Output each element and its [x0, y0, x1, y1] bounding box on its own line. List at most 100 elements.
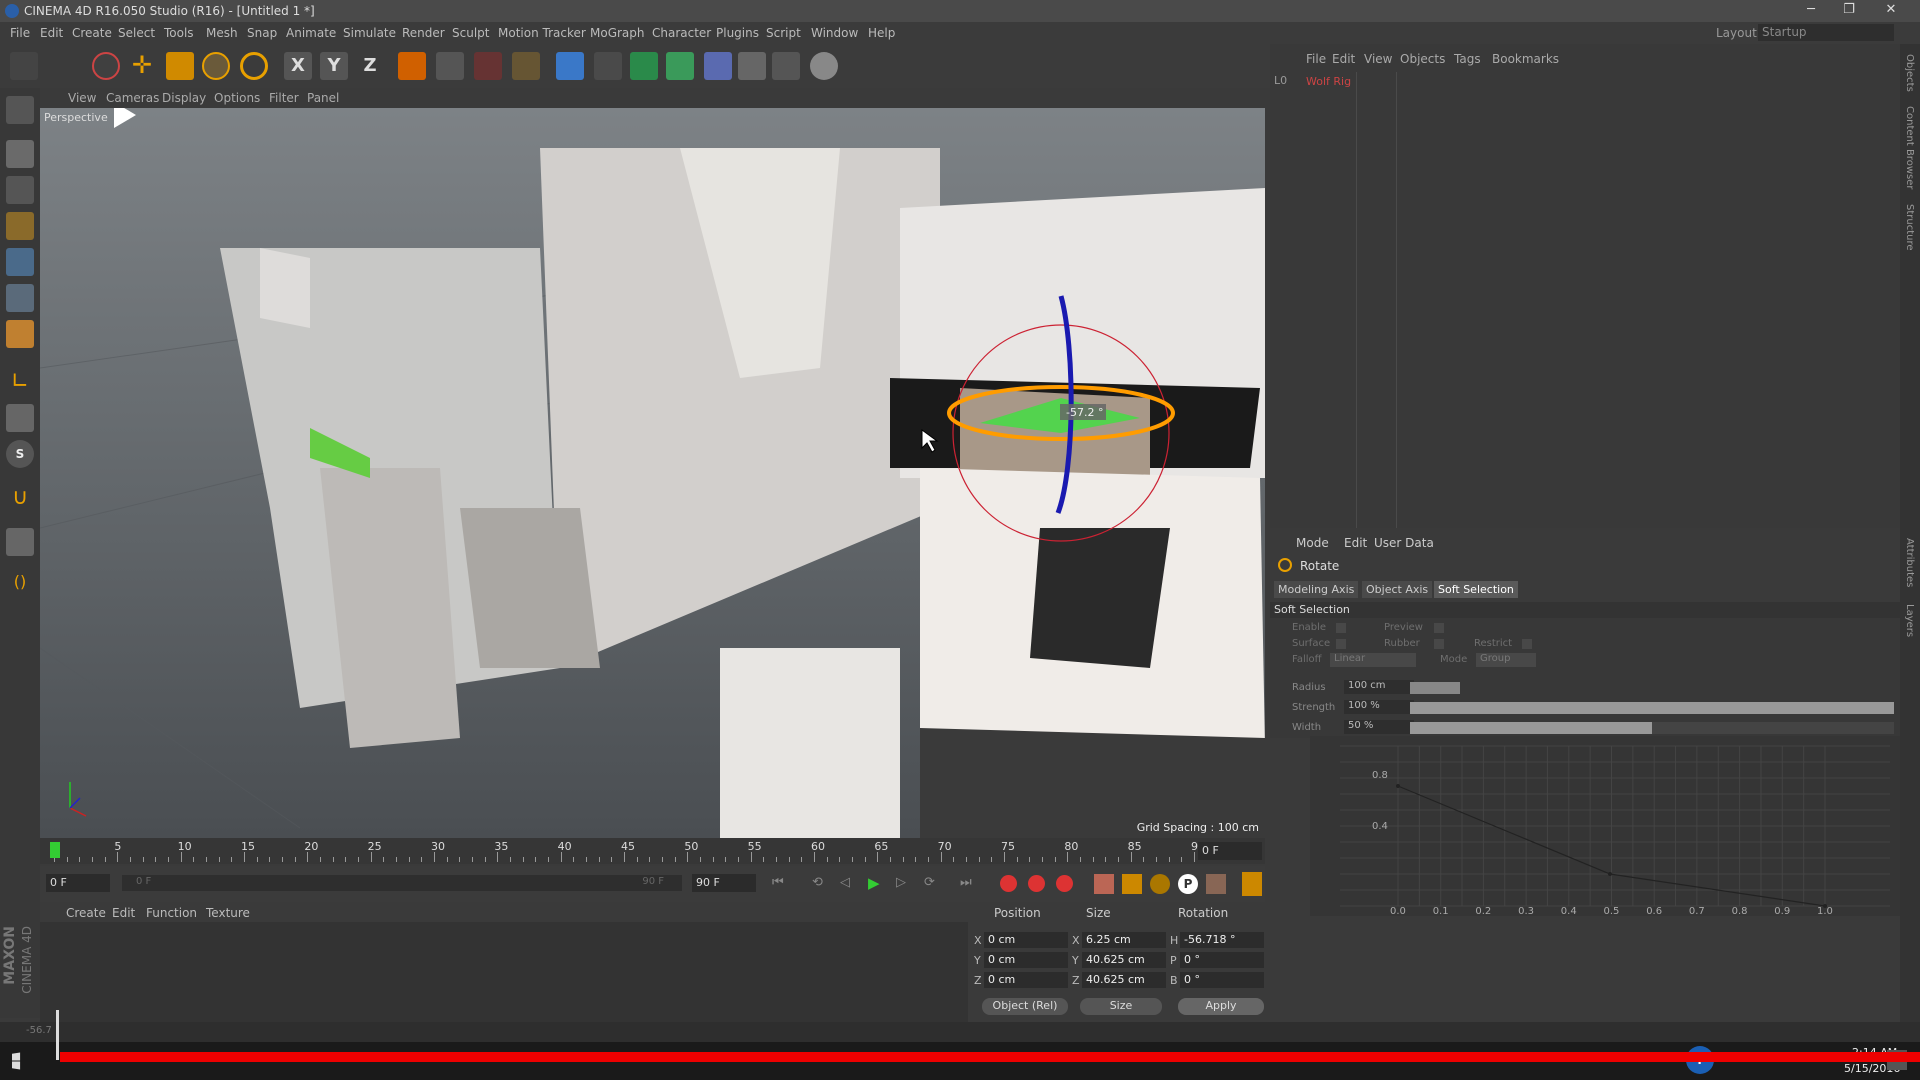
mode-select[interactable]: Group: [1476, 653, 1536, 667]
playhead[interactable]: [50, 842, 60, 858]
position-z-field[interactable]: 0 cm: [984, 972, 1068, 988]
polygons-mode-icon[interactable]: [6, 320, 34, 348]
tab-modeling-axis[interactable]: Modeling Axis: [1274, 581, 1359, 598]
size-y-field[interactable]: 40.625 cm: [1082, 952, 1166, 968]
menu-tools[interactable]: Tools: [164, 26, 194, 40]
texture-mode-icon[interactable]: [6, 176, 34, 204]
tab-content-browser-vertical[interactable]: Content Browser: [1904, 106, 1915, 189]
camera-icon[interactable]: [772, 52, 800, 80]
strength-slider[interactable]: [1410, 702, 1894, 714]
render-settings-icon[interactable]: [512, 52, 540, 80]
viewport-menu-view[interactable]: View: [68, 91, 96, 105]
array-icon[interactable]: [666, 52, 694, 80]
windows-start-icon[interactable]: [12, 1052, 21, 1070]
quantize-icon[interactable]: (): [6, 568, 34, 596]
object-menu-tags[interactable]: Tags: [1454, 52, 1481, 66]
pla-key-icon[interactable]: [1206, 874, 1226, 894]
radius-field[interactable]: 100 cm: [1344, 680, 1414, 694]
deformer-icon[interactable]: [704, 52, 732, 80]
object-name[interactable]: Wolf Rig: [1306, 75, 1351, 88]
object-menu-file[interactable]: File: [1306, 52, 1326, 66]
keyframe-selection-icon[interactable]: [1056, 875, 1073, 892]
attributes-menu-mode[interactable]: Mode: [1296, 536, 1329, 550]
axis-mode-icon[interactable]: ∟: [6, 368, 34, 396]
width-field[interactable]: 50 %: [1344, 720, 1414, 734]
move-icon[interactable]: ✛: [128, 52, 156, 80]
go-to-end-icon[interactable]: ⏭: [960, 875, 972, 890]
workplane-icon[interactable]: [6, 212, 34, 240]
next-key-icon[interactable]: ⟳: [924, 875, 935, 890]
points-mode-icon[interactable]: [6, 248, 34, 276]
previous-key-icon[interactable]: ⟲: [812, 875, 823, 890]
menu-snap[interactable]: Snap: [247, 26, 277, 40]
cube-icon[interactable]: [556, 52, 584, 80]
material-menu-function[interactable]: Function: [146, 906, 197, 920]
material-menu-texture[interactable]: Texture: [206, 906, 250, 920]
menu-mesh[interactable]: Mesh: [206, 26, 238, 40]
coordinate-system-icon[interactable]: [398, 52, 426, 80]
curve-knot-start[interactable]: [1396, 784, 1400, 788]
menu-animate[interactable]: Animate: [286, 26, 336, 40]
tweak-mode-icon[interactable]: [6, 404, 34, 432]
next-frame-icon[interactable]: ▷: [896, 875, 906, 890]
floor-icon[interactable]: [738, 52, 766, 80]
start-frame-field[interactable]: 0 F: [46, 874, 110, 892]
preview-range-slider[interactable]: 0 F 90 F: [122, 875, 682, 891]
magnet-icon[interactable]: ∪: [6, 484, 34, 512]
go-to-start-icon[interactable]: ⏮: [772, 875, 784, 890]
snapping-icon[interactable]: S: [6, 440, 34, 468]
tab-soft-selection[interactable]: Soft Selection: [1434, 581, 1518, 598]
restrict-checkbox[interactable]: [1522, 639, 1532, 649]
object-menu-view[interactable]: View: [1364, 52, 1392, 66]
scale-icon[interactable]: [166, 52, 194, 80]
object-row[interactable]: L0 Wolf Rig: [1270, 72, 1900, 92]
tab-objects-vertical[interactable]: Objects: [1904, 54, 1915, 92]
falloff-graph[interactable]: 0.0 0.1 0.2 0.3 0.4 0.5 0.6 0.7 0.8 0.9 1.0 0.8 0.4: [1310, 736, 1900, 916]
enable-checkbox[interactable]: [1336, 623, 1346, 633]
scheme-settings-icon[interactable]: [1242, 872, 1262, 896]
material-menu-create[interactable]: Create: [66, 906, 106, 920]
camera-label[interactable]: Perspective: [44, 111, 108, 124]
close-button[interactable]: ✕: [1876, 2, 1906, 20]
render-picture-viewer-icon[interactable]: [474, 52, 502, 80]
position-x-field[interactable]: 0 cm: [984, 932, 1068, 948]
coordinate-mode-select[interactable]: Object (Rel): [982, 998, 1068, 1015]
menu-simulate[interactable]: Simulate: [343, 26, 396, 40]
previous-frame-icon[interactable]: ◁: [840, 875, 850, 890]
falloff-select[interactable]: Linear: [1330, 653, 1416, 667]
rotation-h-field[interactable]: -56.718 °: [1180, 932, 1264, 948]
menu-help[interactable]: Help: [868, 26, 895, 40]
radius-slider[interactable]: [1410, 682, 1460, 694]
menu-create[interactable]: Create: [72, 26, 112, 40]
edges-mode-icon[interactable]: [6, 284, 34, 312]
tab-layers-vertical[interactable]: Layers: [1904, 604, 1915, 637]
video-play-icon[interactable]: [114, 108, 136, 128]
autokeying-icon[interactable]: [1028, 875, 1045, 892]
menu-select[interactable]: Select: [118, 26, 155, 40]
menu-motion-tracker[interactable]: Motion Tracker: [498, 26, 586, 40]
y-axis-icon[interactable]: Y: [320, 52, 348, 80]
viewport-menu-display[interactable]: Display: [162, 91, 206, 105]
end-frame-field[interactable]: 90 F: [692, 874, 756, 892]
z-axis-icon[interactable]: Z: [356, 52, 384, 80]
attributes-menu-user-data[interactable]: User Data: [1374, 536, 1434, 550]
video-progress-bar[interactable]: [60, 1052, 1920, 1062]
surface-checkbox[interactable]: [1336, 639, 1346, 649]
object-menu-objects[interactable]: Objects: [1400, 52, 1445, 66]
record-active-icon[interactable]: [1000, 875, 1017, 892]
menu-mograph[interactable]: MoGraph: [590, 26, 645, 40]
size-z-field[interactable]: 40.625 cm: [1082, 972, 1166, 988]
size-mode-select[interactable]: Size: [1080, 998, 1162, 1015]
object-menu-bookmarks[interactable]: Bookmarks: [1492, 52, 1559, 66]
parameter-key-icon[interactable]: P: [1178, 874, 1198, 894]
material-menu-edit[interactable]: Edit: [112, 906, 135, 920]
scale-key-icon[interactable]: [1122, 874, 1142, 894]
workplane-grid-icon[interactable]: [6, 528, 34, 556]
model-mode-icon[interactable]: [6, 140, 34, 168]
live-selection-icon[interactable]: [92, 52, 120, 80]
tab-object-axis[interactable]: Object Axis: [1362, 581, 1433, 598]
3d-viewport[interactable]: -57.2 ° Perspective Grid Spacing : 100 c…: [40, 108, 1265, 838]
make-editable-icon[interactable]: [6, 96, 34, 124]
rotation-b-field[interactable]: 0 °: [1180, 972, 1264, 988]
undo-icon[interactable]: [10, 52, 38, 80]
